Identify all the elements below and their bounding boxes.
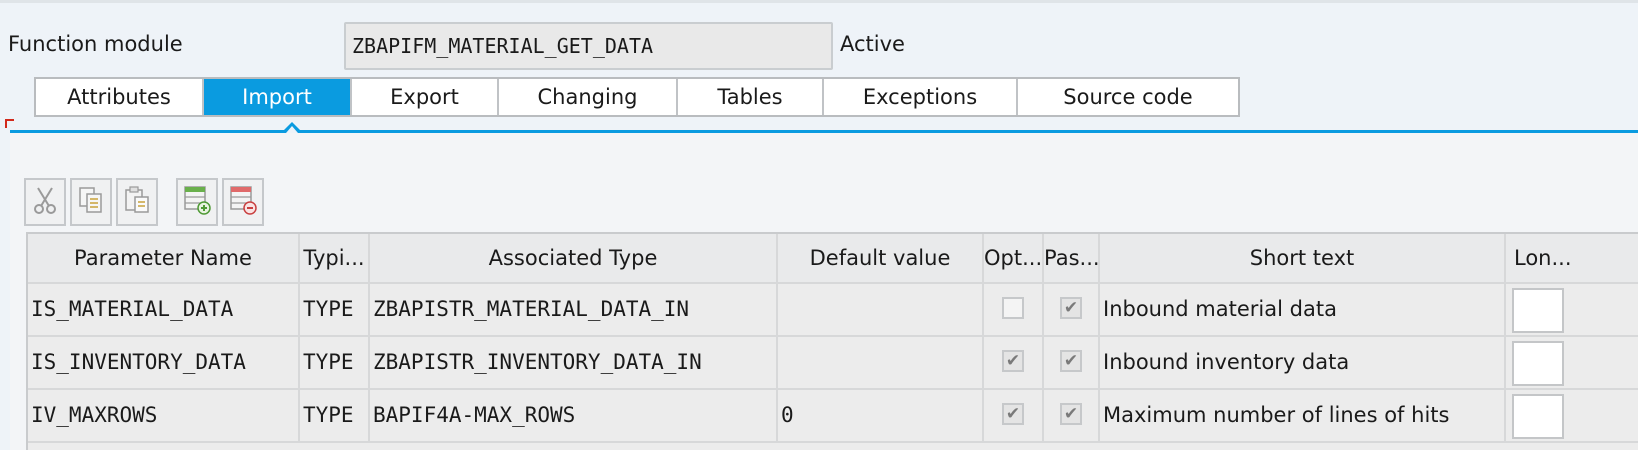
pass-value-cell: ✔ — [1044, 284, 1100, 337]
associated-type-cell[interactable]: ZBAPISTR_MATERIAL_DATA_IN — [370, 284, 778, 337]
typing-cell[interactable]: TYPE — [300, 337, 370, 390]
active-tab-indicator-inner — [286, 126, 298, 133]
delete-row-icon — [228, 184, 258, 220]
short-text-cell[interactable]: Inbound material data — [1100, 284, 1506, 337]
tab-underline — [10, 130, 1638, 133]
focus-corner-mark — [5, 119, 14, 128]
short-text-cell[interactable]: Maximum number of lines of hits — [1100, 390, 1506, 443]
tab-exceptions[interactable]: Exceptions — [824, 79, 1018, 115]
tab-attributes[interactable]: Attributes — [36, 79, 204, 115]
col-header-associated-type[interactable]: Associated Type — [370, 234, 778, 284]
optional-cell: ✔ — [984, 337, 1044, 390]
long-text-cell — [1506, 284, 1638, 337]
parameter-name-cell[interactable]: IV_MAXROWS — [28, 390, 300, 443]
long-text-button[interactable] — [1512, 288, 1564, 333]
col-header-parameter-name[interactable]: Parameter Name — [28, 234, 300, 284]
col-header-pass-value[interactable]: Pas... — [1044, 234, 1100, 284]
copy-button[interactable] — [70, 178, 112, 226]
paste-icon — [123, 185, 151, 219]
insert-row-button[interactable] — [176, 178, 218, 226]
optional-checkbox[interactable]: ✔ — [1002, 403, 1024, 425]
delete-row-button[interactable] — [222, 178, 264, 226]
col-header-default-value[interactable]: Default value — [778, 234, 984, 284]
typing-cell[interactable]: TYPE — [300, 284, 370, 337]
tab-source-code[interactable]: Source code — [1018, 79, 1238, 115]
typing-cell[interactable]: TYPE — [300, 390, 370, 443]
tab-changing[interactable]: Changing — [499, 79, 678, 115]
long-text-cell — [1506, 337, 1638, 390]
table-row[interactable]: IS_INVENTORY_DATA TYPE ZBAPISTR_INVENTOR… — [28, 337, 1638, 390]
col-header-optional[interactable]: Opt... — [984, 234, 1044, 284]
pass-value-checkbox[interactable]: ✔ — [1060, 350, 1082, 372]
cut-icon — [32, 185, 58, 219]
tab-tables[interactable]: Tables — [678, 79, 824, 115]
short-text-cell[interactable]: Inbound inventory data — [1100, 337, 1506, 390]
associated-type-cell[interactable]: BAPIF4A-MAX_ROWS — [370, 390, 778, 443]
default-value-cell[interactable] — [778, 284, 984, 337]
tab-export[interactable]: Export — [352, 79, 499, 115]
long-text-button[interactable] — [1512, 341, 1564, 386]
default-value-cell[interactable]: 0 — [778, 390, 984, 443]
parameter-name-cell[interactable]: IS_MATERIAL_DATA — [28, 284, 300, 337]
table-row[interactable]: IS_MATERIAL_DATA TYPE ZBAPISTR_MATERIAL_… — [28, 284, 1638, 337]
pass-value-checkbox[interactable]: ✔ — [1060, 403, 1082, 425]
parameter-name-cell[interactable]: IS_INVENTORY_DATA — [28, 337, 300, 390]
insert-row-icon — [182, 184, 212, 220]
table-row[interactable]: IV_MAXROWS TYPE BAPIF4A-MAX_ROWS 0 ✔ ✔ M… — [28, 390, 1638, 443]
copy-icon — [77, 185, 105, 219]
function-module-label: Function module — [8, 32, 183, 56]
optional-cell — [984, 284, 1044, 337]
pass-value-cell: ✔ — [1044, 337, 1100, 390]
cut-button[interactable] — [24, 178, 66, 226]
col-header-typing[interactable]: Typi... — [300, 234, 370, 284]
pass-value-cell: ✔ — [1044, 390, 1100, 443]
paste-button[interactable] — [116, 178, 158, 226]
status-text: Active — [840, 32, 905, 56]
pass-value-checkbox[interactable]: ✔ — [1060, 297, 1082, 319]
col-header-long-text[interactable]: Lon... — [1506, 234, 1638, 284]
long-text-cell — [1506, 390, 1638, 443]
function-module-name-field[interactable]: ZBAPIFM_MATERIAL_GET_DATA — [344, 22, 833, 70]
col-header-short-text[interactable]: Short text — [1100, 234, 1506, 284]
top-divider — [0, 0, 1638, 3]
optional-cell: ✔ — [984, 390, 1044, 443]
optional-checkbox[interactable]: ✔ — [1002, 350, 1024, 372]
parameter-table: Parameter Name Typi... Associated Type D… — [26, 232, 1638, 450]
default-value-cell[interactable] — [778, 337, 984, 390]
associated-type-cell[interactable]: ZBAPISTR_INVENTORY_DATA_IN — [370, 337, 778, 390]
tab-import[interactable]: Import — [204, 79, 352, 115]
table-header-row: Parameter Name Typi... Associated Type D… — [28, 234, 1638, 284]
tab-strip: Attributes Import Export Changing Tables… — [34, 77, 1240, 117]
optional-checkbox[interactable] — [1002, 297, 1024, 319]
long-text-button[interactable] — [1512, 394, 1564, 439]
